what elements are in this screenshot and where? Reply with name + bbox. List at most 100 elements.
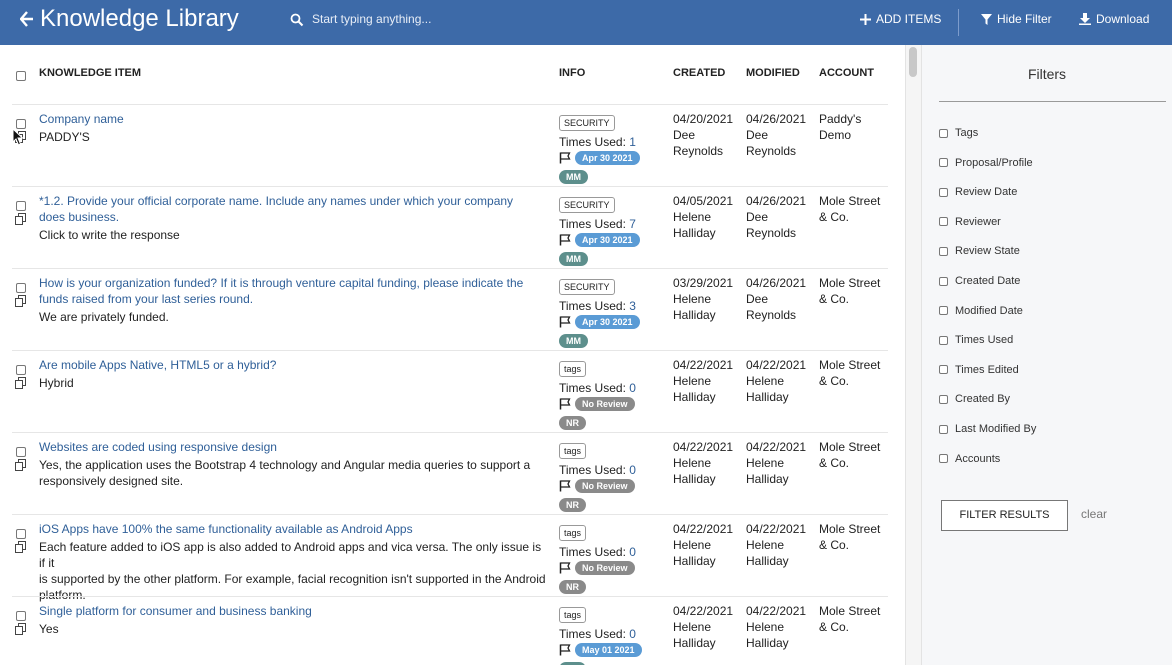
account-line: Mole Street — [819, 276, 881, 290]
review-date-badge[interactable]: Apr 30 2021 — [575, 315, 640, 329]
table-scrollbar[interactable] — [905, 45, 921, 665]
knowledge-item-title[interactable]: iOS Apps have 100% the same functionalit… — [39, 521, 539, 537]
tag-chip[interactable]: SECURITY — [559, 197, 615, 213]
review-date-badge[interactable]: Apr 30 2021 — [575, 233, 640, 247]
tag-chip[interactable]: tags — [559, 361, 587, 377]
tag-chip[interactable]: tags — [559, 607, 587, 623]
copy-icon[interactable] — [15, 213, 27, 225]
filter-option[interactable]: Times Used — [939, 334, 1013, 346]
filter-option[interactable]: Proposal/Profile — [939, 157, 1033, 169]
add-items-button[interactable]: ADD ITEMS — [860, 12, 941, 26]
times-used-count[interactable]: 0 — [629, 545, 636, 559]
owner-badge[interactable]: MM — [559, 334, 588, 348]
filter-option[interactable]: Created Date — [939, 275, 1020, 287]
scrollbar-thumb[interactable] — [909, 47, 917, 77]
modified-line: Reynolds — [746, 144, 797, 158]
row-checkbox[interactable] — [16, 201, 26, 211]
column-header-modified[interactable]: MODIFIED — [746, 67, 800, 79]
tag-chip[interactable]: tags — [559, 525, 587, 541]
times-used-count[interactable]: 0 — [629, 381, 636, 395]
times-used-count[interactable]: 1 — [629, 135, 636, 149]
knowledge-item-title[interactable]: Company name — [39, 111, 539, 127]
filter-option[interactable]: Last Modified By — [939, 423, 1036, 435]
column-header-account[interactable]: ACCOUNT — [819, 67, 874, 79]
flag-icon — [559, 644, 571, 656]
tag-chip[interactable]: SECURITY — [559, 115, 615, 131]
knowledge-item-title[interactable]: Are mobile Apps Native, HTML5 or a hybri… — [39, 357, 539, 373]
filter-option[interactable]: Created By — [939, 393, 1010, 405]
knowledge-item-answer[interactable]: We are privately funded. — [39, 309, 549, 325]
column-header-info[interactable]: INFO — [559, 67, 585, 79]
filter-checkbox[interactable] — [939, 306, 948, 316]
filter-option[interactable]: Accounts — [939, 453, 1000, 465]
filter-checkbox[interactable] — [939, 158, 948, 168]
select-all-checkbox[interactable] — [16, 71, 26, 81]
copy-icon[interactable] — [15, 295, 27, 307]
row-checkbox[interactable] — [16, 447, 26, 457]
knowledge-item-title[interactable]: How is your organization funded? If it i… — [39, 275, 539, 307]
filter-option[interactable]: Review Date — [939, 186, 1017, 198]
filter-checkbox[interactable] — [939, 128, 948, 138]
clear-filters-link[interactable]: clear — [1081, 507, 1107, 521]
knowledge-item-title[interactable]: Websites are coded using responsive desi… — [39, 439, 539, 455]
owner-badge[interactable]: NR — [559, 416, 586, 430]
modified-line: Reynolds — [746, 226, 797, 240]
knowledge-item-title[interactable]: Single platform for consumer and busines… — [39, 603, 539, 619]
times-used-count[interactable]: 7 — [629, 217, 636, 231]
filter-option[interactable]: Reviewer — [939, 216, 1001, 228]
row-checkbox[interactable] — [16, 365, 26, 375]
tag-chip[interactable]: SECURITY — [559, 279, 615, 295]
filter-checkbox[interactable] — [939, 454, 948, 464]
download-button[interactable]: Download — [1079, 12, 1149, 26]
back-arrow-icon[interactable] — [19, 9, 34, 31]
column-header-created[interactable]: CREATED — [673, 67, 725, 79]
review-date-badge[interactable]: No Review — [575, 397, 635, 411]
filter-option[interactable]: Times Edited — [939, 364, 1019, 376]
filter-results-button[interactable]: FILTER RESULTS — [941, 500, 1068, 531]
filter-option[interactable]: Review State — [939, 245, 1020, 257]
row-checkbox[interactable] — [16, 283, 26, 293]
tag-chip[interactable]: tags — [559, 443, 587, 459]
copy-icon[interactable] — [15, 623, 27, 635]
times-used-count[interactable]: 0 — [629, 627, 636, 641]
owner-badge[interactable]: NR — [559, 498, 586, 512]
review-date-badge[interactable]: Apr 30 2021 — [575, 151, 640, 165]
filter-checkbox[interactable] — [939, 217, 948, 227]
answer-line: Each feature added to iOS app is also ad… — [39, 540, 542, 570]
title-line: Company name — [39, 112, 124, 126]
filter-checkbox[interactable] — [939, 365, 948, 375]
add-items-label: ADD ITEMS — [876, 12, 942, 26]
owner-badge[interactable]: MM — [559, 170, 588, 184]
filter-option[interactable]: Tags — [939, 127, 978, 139]
filter-checkbox[interactable] — [939, 276, 948, 286]
row-checkbox[interactable] — [16, 611, 26, 621]
times-used-count[interactable]: 0 — [629, 463, 636, 477]
review-date-badge[interactable]: No Review — [575, 561, 635, 575]
knowledge-item-answer[interactable]: PADDY'S — [39, 129, 549, 145]
created-line: 04/20/2021 — [673, 112, 734, 126]
knowledge-item-answer[interactable]: Click to write the response — [39, 227, 549, 243]
owner-badge[interactable]: MM — [559, 252, 588, 266]
copy-icon[interactable] — [15, 459, 27, 471]
search-input[interactable] — [312, 8, 712, 30]
knowledge-item-answer[interactable]: Hybrid — [39, 375, 549, 391]
knowledge-item-answer[interactable]: Yes — [39, 621, 549, 637]
filter-option[interactable]: Modified Date — [939, 305, 1023, 317]
row-checkbox[interactable] — [16, 529, 26, 539]
copy-icon[interactable] — [15, 377, 27, 389]
review-date-badge[interactable]: No Review — [575, 479, 635, 493]
filter-checkbox[interactable] — [939, 335, 948, 345]
filter-checkbox[interactable] — [939, 187, 948, 197]
hide-filter-button[interactable]: Hide Filter — [981, 12, 1052, 26]
knowledge-item-answer[interactable]: Each feature added to iOS app is also ad… — [39, 539, 549, 603]
filter-checkbox[interactable] — [939, 394, 948, 404]
column-header-knowledge-item[interactable]: KNOWLEDGE ITEM — [39, 67, 141, 79]
copy-icon[interactable] — [15, 541, 27, 553]
knowledge-item-title[interactable]: *1.2. Provide your official corporate na… — [39, 193, 539, 225]
knowledge-item-answer[interactable]: Yes, the application uses the Bootstrap … — [39, 457, 549, 489]
filter-checkbox[interactable] — [939, 246, 948, 256]
review-date-badge[interactable]: May 01 2021 — [575, 643, 642, 657]
filter-checkbox[interactable] — [939, 424, 948, 434]
owner-badge[interactable]: NR — [559, 580, 586, 594]
times-used-count[interactable]: 3 — [629, 299, 636, 313]
